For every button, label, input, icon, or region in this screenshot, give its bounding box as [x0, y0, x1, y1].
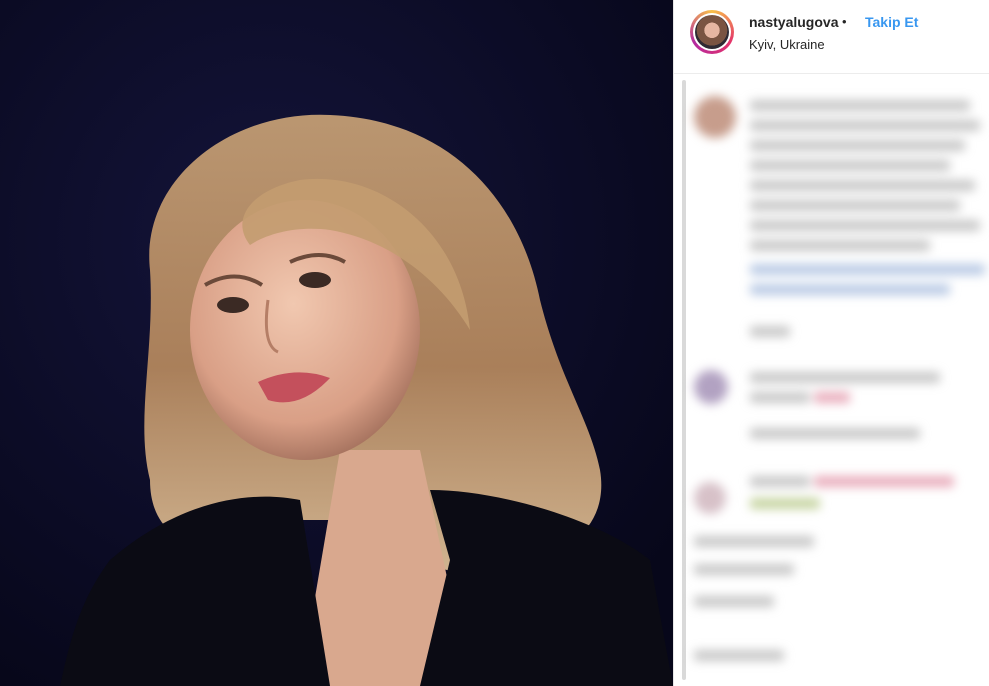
blurred-line	[750, 476, 810, 487]
blurred-actions	[694, 536, 814, 547]
commenter-avatar	[694, 96, 736, 138]
profile-avatar[interactable]	[690, 10, 734, 54]
blurred-line	[750, 100, 970, 111]
commenter-avatar	[694, 370, 728, 404]
blurred-line	[750, 240, 930, 251]
blurred-line	[750, 160, 950, 171]
post-header: nastyalugova • Takip Et Kyiv, Ukraine	[674, 0, 989, 74]
comments-panel: nastyalugova • Takip Et Kyiv, Ukraine	[673, 0, 989, 686]
blurred-comment-box	[694, 650, 784, 661]
blurred-emoji	[814, 392, 850, 403]
blurred-emoji	[814, 476, 954, 487]
blurred-emoji	[750, 498, 820, 509]
post-photo[interactable]	[0, 0, 673, 686]
avatar-image	[695, 15, 729, 49]
blurred-line	[750, 180, 975, 191]
blurred-line	[750, 392, 810, 403]
blurred-line	[750, 220, 980, 231]
blurred-line	[750, 120, 980, 131]
commenter-avatar	[694, 482, 726, 514]
blurred-line	[750, 372, 940, 383]
blurred-line	[750, 200, 960, 211]
blurred-comments	[674, 74, 989, 686]
blurred-hashtags	[750, 284, 950, 295]
blurred-likes	[694, 564, 794, 575]
blurred-date	[694, 596, 774, 607]
blurred-timestamp	[750, 326, 790, 337]
blurred-hashtags	[750, 264, 985, 275]
follow-button[interactable]: Takip Et	[865, 14, 918, 30]
username-link[interactable]: nastyalugova	[749, 14, 838, 30]
portrait-image	[0, 0, 673, 686]
avatar-ring-inner	[693, 13, 731, 51]
blurred-line	[750, 140, 965, 151]
blurred-meta	[750, 428, 920, 439]
separator-dot: •	[842, 14, 847, 29]
location-link[interactable]: Kyiv, Ukraine	[749, 37, 825, 52]
